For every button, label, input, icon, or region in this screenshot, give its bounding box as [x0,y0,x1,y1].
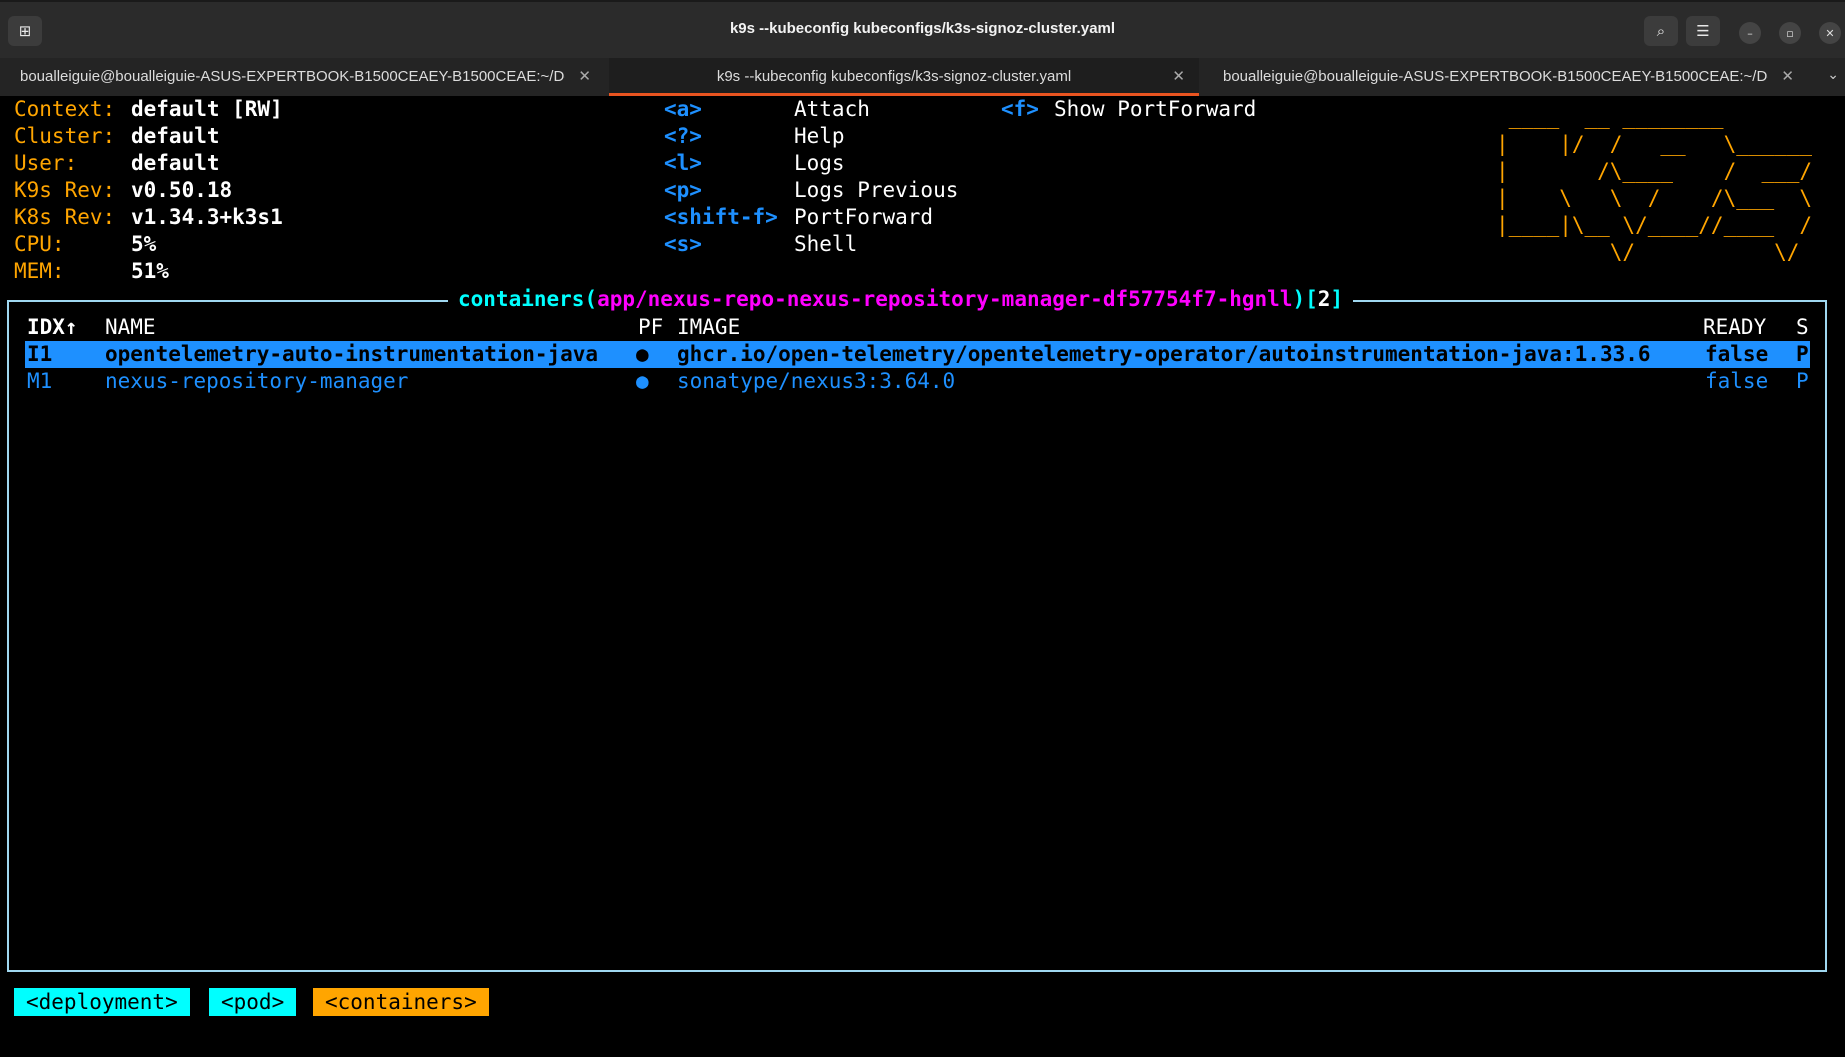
cell-idx: M1 [27,369,53,393]
info-value-cpu: 5% [131,232,157,256]
info-label: K8s Rev: [14,205,116,229]
panel-count: 2 [1317,287,1331,311]
shortcut-label: Show PortForward [1054,97,1257,121]
k9s-logo: ____ __ ________ | |/ / __ \______ | /\_… [1496,105,1813,264]
shortcut-label: Help [794,124,845,148]
panel-title: containers(app/nexus-repo-nexus-reposito… [448,286,1354,313]
info-label: MEM: [14,259,65,283]
shortcut-label: Attach [794,97,870,121]
cell-image: sonatype/nexus3:3.64.0 [677,369,956,393]
shortcut-label: Shell [794,232,858,256]
window-titlebar: ⊞ k9s --kubeconfig kubeconfigs/k3s-signo… [0,0,1845,58]
table-row[interactable]: M1 nexus-repository-manager ● sonatype/n… [25,368,1810,395]
cell-name: nexus-repository-manager [105,369,409,393]
shortcut-key: <f> [1001,97,1039,121]
terminal-area[interactable]: Context: default [RW] Cluster: default U… [0,96,1845,1057]
shortcut-key: <s> [664,232,702,256]
breadcrumb-pod[interactable]: <pod> [209,988,297,1016]
cell-name: opentelemetry-auto-instrumentation-java [105,342,599,366]
cell-state: P [1796,342,1809,366]
info-value-k8s-rev: v1.34.3+k3s1 [131,205,283,229]
info-value-context: default [RW] [131,97,283,121]
info-label: K9s Rev: [14,178,116,202]
info-value-cluster: default [131,124,220,148]
tab-bar: boualleiguie@boualleiguie-ASUS-EXPERTBOO… [0,58,1845,97]
tab-label: boualleiguie@boualleiguie-ASUS-EXPERTBOO… [20,68,565,85]
search-icon[interactable]: ⌕ [1644,16,1678,46]
panel-count-bracket: [ [1305,287,1318,311]
header-name[interactable]: NAME [105,314,156,341]
shortcut-label: Logs [794,151,845,175]
info-label: Cluster: [14,124,116,148]
tab-label: k9s --kubeconfig kubeconfigs/k3s-signoz-… [716,68,1072,85]
cell-ready: false [1705,342,1769,366]
containers-panel [7,300,1827,972]
panel-count-bracket: ] [1330,287,1344,311]
shortcut-key: <?> [664,124,702,148]
minimize-icon[interactable]: – [1739,22,1761,44]
close-icon[interactable]: ✕ [1819,22,1841,44]
breadcrumb-deployment[interactable]: <deployment> [14,988,190,1016]
info-label: Context: [14,97,116,121]
header-pf[interactable]: PF [638,314,663,341]
shortcut-key: <p> [664,178,702,202]
header-state[interactable]: S [1796,314,1809,341]
info-label: User: [14,151,78,175]
tab-terminal-2[interactable]: boualleiguie@boualleiguie-ASUS-EXPERTBOO… [1203,58,1808,96]
table-row[interactable]: I1 opentelemetry-auto-instrumentation-ja… [25,341,1810,368]
breadcrumb-containers[interactable]: <containers> [313,988,489,1016]
maximize-icon[interactable]: ▫ [1779,22,1801,44]
info-value-user: default [131,151,220,175]
tab-k9s[interactable]: k9s --kubeconfig kubeconfigs/k3s-signoz-… [609,58,1199,96]
window-title: k9s --kubeconfig kubeconfigs/k3s-signoz-… [729,20,1116,37]
shortcut-label: Logs Previous [794,178,959,202]
info-value-k9s-rev: v0.50.18 [131,178,233,202]
tab-terminal-1[interactable]: boualleiguie@boualleiguie-ASUS-EXPERTBOO… [0,58,605,96]
shortcut-key: <a> [664,97,702,121]
cell-idx: I1 [27,342,53,366]
shortcut-label: PortForward [794,205,934,229]
tab-label: boualleiguie@boualleiguie-ASUS-EXPERTBOO… [1223,68,1768,85]
shortcut-key: <shift-f> [664,205,778,229]
header-ready[interactable]: READY [1703,314,1766,341]
header-image[interactable]: IMAGE [677,314,740,341]
cell-image: ghcr.io/open-telemetry/opentelemetry-ope… [677,342,1651,366]
header-idx[interactable]: IDX↑ [27,314,78,341]
chevron-down-icon[interactable]: ⌄ [1827,67,1839,83]
tab-close-icon[interactable]: ✕ [1172,67,1185,85]
hamburger-menu-icon[interactable]: ☰ [1686,16,1720,46]
panel-resource: containers [458,287,585,311]
panel-namespace-path: app/nexus-repo-nexus-repository-manager-… [597,287,1293,311]
cell-state: P [1796,369,1809,393]
info-value-mem: 51% [131,259,169,283]
tab-close-icon[interactable]: ✕ [578,67,591,85]
tab-close-icon[interactable]: ✕ [1781,67,1794,85]
panel-paren: ) [1292,287,1306,311]
cell-ready: false [1705,369,1769,393]
panel-paren: ( [584,287,598,311]
header-idx-label: IDX↑ [27,315,78,339]
info-label: CPU: [14,232,65,256]
shortcut-key: <l> [664,151,702,175]
pf-dot-icon: ● [636,342,649,366]
pf-dot-icon: ● [636,369,649,393]
